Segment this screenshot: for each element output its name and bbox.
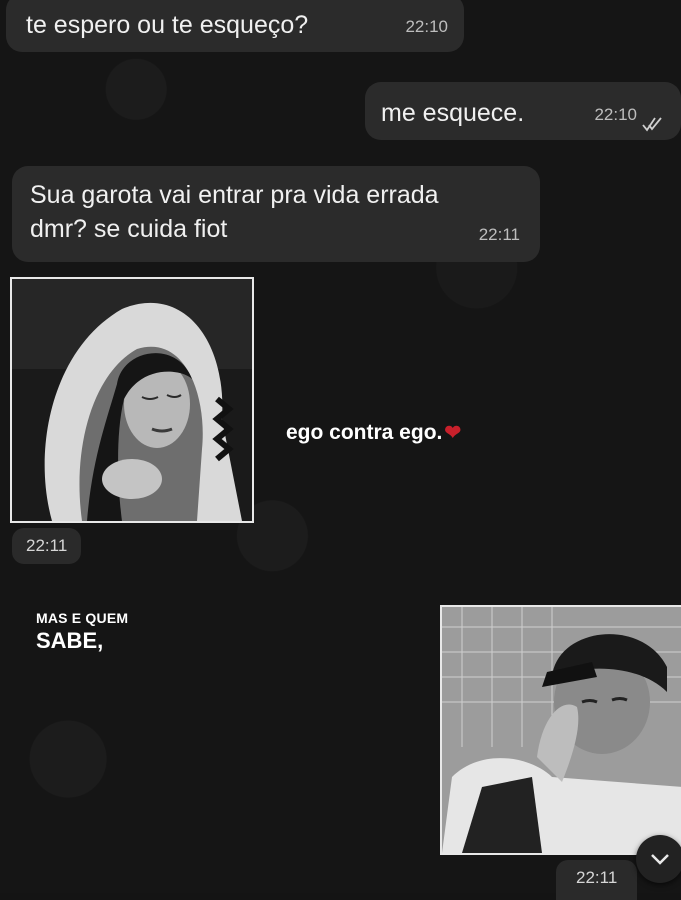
story-small-text: MAS E QUEM <box>36 610 129 626</box>
story-photo-boy[interactable] <box>440 605 681 855</box>
double-check-icon <box>642 117 662 132</box>
story-big-text: SABE, <box>36 628 104 653</box>
message-outgoing[interactable]: me esquece. 22:10 <box>365 82 681 140</box>
message-text-line: Sua garota vai entrar pra vida errada <box>30 181 439 209</box>
chevron-down-icon <box>651 854 669 865</box>
message-incoming[interactable]: te espero ou te esqueço? 22:10 <box>6 0 464 52</box>
story-photo-girl[interactable] <box>10 277 254 523</box>
message-time: 22:10 <box>594 105 637 124</box>
photo-boy-illustration <box>442 607 681 853</box>
photo-girl-illustration <box>12 279 252 521</box>
message-text-line: dmr? se cuida fiot <box>30 215 228 243</box>
message-time-chip: 22:11 <box>12 528 82 564</box>
scroll-down-button[interactable] <box>636 835 681 883</box>
message-text: me esquece. <box>381 99 525 127</box>
message-incoming[interactable]: Sua garota vai entrar pra vida errada dm… <box>12 166 540 262</box>
caption-text: ego contra ego. <box>286 421 443 444</box>
message-time: 22:10 <box>405 17 448 36</box>
broken-heart-icon: ❤︎ <box>444 422 462 444</box>
message-time-chip: 22:11 <box>556 860 638 900</box>
story-caption: ego contra ego. ❤︎ <box>286 420 461 445</box>
message-time: 22:11 <box>478 225 520 244</box>
message-text: te espero ou te esqueço? <box>26 11 309 39</box>
